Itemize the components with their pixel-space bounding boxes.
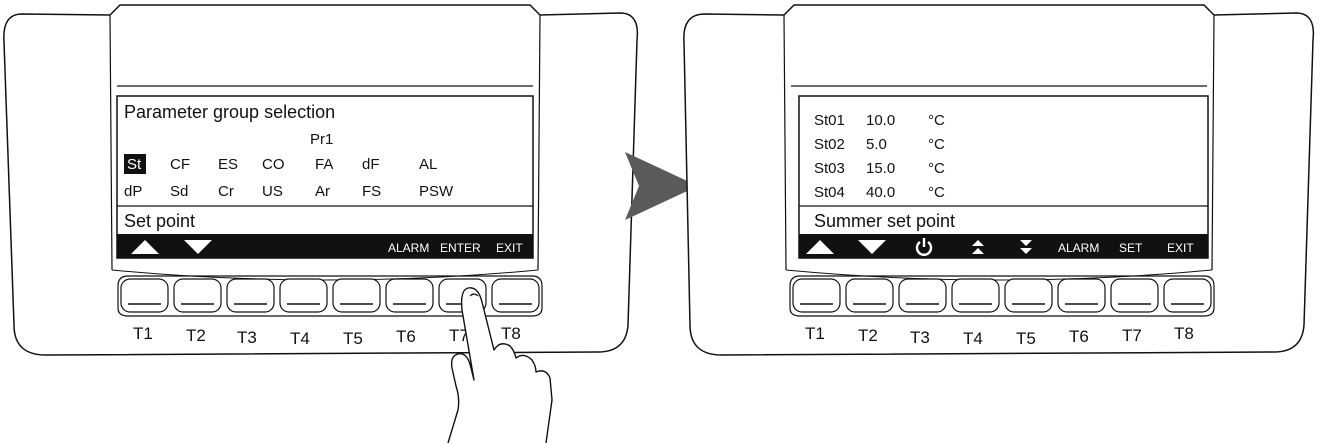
left-key-t4[interactable] <box>279 278 328 313</box>
softkey-exit: EXIT <box>496 241 523 255</box>
softkey-alarm: ALARM <box>388 241 429 255</box>
group-us[interactable]: US <box>262 183 283 200</box>
left-screen-title: Parameter group selection <box>124 102 335 122</box>
left-device: Parameter group selection Pr1 St CF ES C… <box>3 4 639 443</box>
param-code-st01: St01 <box>814 112 845 129</box>
group-al[interactable]: AL <box>419 156 437 173</box>
left-key-label-t1: T1 <box>133 324 153 343</box>
left-screen-page: Pr1 <box>310 131 333 148</box>
group-st[interactable]: St <box>127 156 142 173</box>
param-code-st04: St04 <box>814 184 845 201</box>
left-key-label-t5: T5 <box>343 329 363 348</box>
left-key-t6[interactable] <box>385 278 434 313</box>
group-sd[interactable]: Sd <box>170 183 188 200</box>
left-key-label-t2: T2 <box>186 326 206 345</box>
right-key-t3[interactable] <box>898 278 947 313</box>
right-key-label-t8: T8 <box>1174 324 1194 343</box>
diagram-canvas: Parameter group selection Pr1 St CF ES C… <box>3 4 1315 443</box>
right-display: St01 10.0 °C St02 5.0 °C St03 15.0 °C St… <box>798 95 1209 259</box>
right-key-t4[interactable] <box>951 278 1000 313</box>
group-dp[interactable]: dP <box>124 183 142 200</box>
group-cr[interactable]: Cr <box>218 183 234 200</box>
left-key-label-t3: T3 <box>237 328 257 347</box>
right-key-label-t1: T1 <box>805 324 825 343</box>
group-psw[interactable]: PSW <box>419 183 454 200</box>
group-cf[interactable]: CF <box>170 156 190 173</box>
softkey-alarm: ALARM <box>1058 241 1099 255</box>
right-key-label-t4: T4 <box>963 329 983 348</box>
group-co[interactable]: CO <box>262 156 285 173</box>
softkey-exit: EXIT <box>1167 241 1194 255</box>
right-key-t6[interactable] <box>1057 278 1106 313</box>
right-key-t1[interactable] <box>792 278 841 313</box>
param-value-st03[interactable]: 15.0 <box>866 160 895 177</box>
diagram: Parameter group selection Pr1 St CF ES C… <box>0 0 1324 443</box>
group-es[interactable]: ES <box>218 156 238 173</box>
left-key-t8[interactable] <box>491 278 540 313</box>
softkey-set: SET <box>1119 241 1143 255</box>
param-value-st02[interactable]: 5.0 <box>866 136 887 153</box>
right-key-t8[interactable] <box>1163 278 1212 313</box>
param-value-st01[interactable]: 10.0 <box>866 112 895 129</box>
param-value-st04[interactable]: 40.0 <box>866 184 895 201</box>
left-key-t3[interactable] <box>226 278 275 313</box>
left-key-label-t6: T6 <box>396 327 416 346</box>
left-key-label-t8: T8 <box>501 324 521 343</box>
left-screen-description: Set point <box>124 211 195 231</box>
group-fs[interactable]: FS <box>362 183 381 200</box>
right-key-t7[interactable] <box>1110 278 1159 313</box>
left-key-t5[interactable] <box>332 278 381 313</box>
right-key-label-t3: T3 <box>910 328 930 347</box>
right-key-label-t5: T5 <box>1016 329 1036 348</box>
right-softkey-bar <box>799 234 1208 258</box>
right-key-label-t6: T6 <box>1069 327 1089 346</box>
left-key-t2[interactable] <box>173 278 222 313</box>
param-code-st02: St02 <box>814 136 845 153</box>
left-display: Parameter group selection Pr1 St CF ES C… <box>116 95 534 259</box>
left-key-label-t4: T4 <box>290 329 310 348</box>
right-display-frame <box>798 95 1209 259</box>
param-unit-st01: °C <box>928 112 945 129</box>
group-ar[interactable]: Ar <box>315 183 330 200</box>
right-screen-description: Summer set point <box>814 211 955 231</box>
param-unit-st02: °C <box>928 136 945 153</box>
param-unit-st04: °C <box>928 184 945 201</box>
right-key-label-t7: T7 <box>1122 326 1142 345</box>
param-code-st03: St03 <box>814 160 845 177</box>
group-fa[interactable]: FA <box>315 156 333 173</box>
right-key-t5[interactable] <box>1004 278 1053 313</box>
group-df[interactable]: dF <box>362 156 380 173</box>
param-unit-st03: °C <box>928 160 945 177</box>
softkey-enter: ENTER <box>440 241 481 255</box>
right-key-t2[interactable] <box>845 278 894 313</box>
left-key-t1[interactable] <box>120 278 169 313</box>
right-key-label-t2: T2 <box>858 326 878 345</box>
right-device: St01 10.0 °C St02 5.0 °C St03 15.0 °C St… <box>683 4 1315 356</box>
